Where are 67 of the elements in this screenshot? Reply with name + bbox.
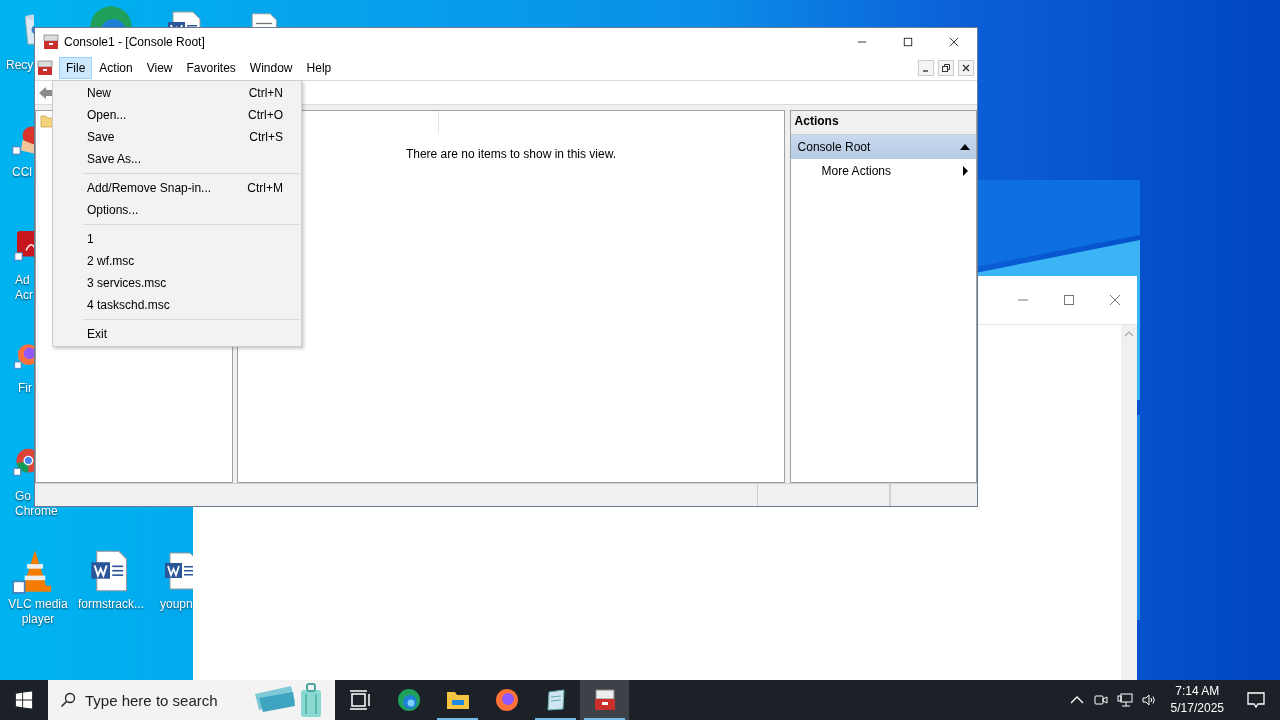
collapse-arrow-icon[interactable]: [960, 142, 970, 152]
search-placeholder: Type here to search: [85, 691, 218, 709]
desktop-icon-label: Ad Acr: [15, 273, 33, 303]
clock[interactable]: 7:14 AM 5/17/2025: [1160, 683, 1234, 717]
desktop-icon-label: Recy: [6, 58, 34, 73]
close-icon[interactable]: [958, 60, 974, 76]
toolbox-icon[interactable]: [37, 60, 53, 76]
menu-item[interactable]: 4 taskschd.msc: [53, 294, 301, 316]
menu-item[interactable]: Options...: [53, 199, 301, 221]
menu-item-label: Open...: [87, 108, 127, 122]
menu-item[interactable]: File: [59, 57, 93, 79]
edge-browser-icon: [396, 688, 421, 712]
task-view-icon: [347, 688, 372, 712]
action-group-label: Console Root: [797, 140, 871, 154]
menu-item-label: Save As...: [87, 152, 142, 166]
menu-item[interactable]: Action: [92, 57, 140, 79]
shortcut-text: Ctrl+N: [248, 86, 283, 100]
menu-item-label: Add/Remove Snap-in...: [87, 181, 212, 195]
submenu-arrow-icon: [960, 166, 970, 176]
time-text: 7:14 AM: [1175, 683, 1220, 700]
menu-item-label: 4 taskschd.msc: [87, 298, 170, 312]
minimize-icon[interactable]: [918, 60, 934, 76]
actions-header: Actions: [790, 111, 976, 135]
desktop-icon-label: CCl: [12, 165, 32, 180]
menu-item[interactable]: Favorites: [179, 57, 243, 79]
menu-item[interactable]: Help: [299, 57, 339, 79]
menu-item[interactable]: Exit: [53, 323, 301, 345]
shortcut-text: Ctrl+O: [248, 108, 283, 122]
shortcut-text: Ctrl+S: [249, 130, 283, 144]
menu-item-label: 3 services.msc: [87, 276, 167, 290]
maximize-icon[interactable]: [1063, 294, 1075, 306]
desktop-icon-label: VLC media player: [7, 597, 69, 627]
menu-item-label: Options...: [87, 203, 139, 217]
search-icon: [60, 692, 76, 708]
action-label: More Actions: [821, 164, 891, 178]
action-item[interactable]: More Actions: [790, 159, 976, 183]
desktop-icon-label: Go Chrome: [15, 489, 58, 519]
menu-item[interactable]: 2 wf.msc: [53, 250, 301, 272]
menu-item[interactable]: 3 services.msc: [53, 272, 301, 294]
window-title: Console1 - [Console Root]: [64, 35, 205, 49]
menu-item[interactable]: View: [139, 57, 180, 79]
menu-item[interactable]: Add/Remove Snap-in... Ctrl+M: [53, 177, 301, 199]
empty-message: There are no items to show in this view.: [404, 147, 618, 161]
menu-item-label: Save: [87, 130, 115, 144]
menu-item[interactable]: Save Ctrl+S: [53, 126, 301, 148]
desktop-icon-label: youpn: [160, 597, 193, 612]
action-group[interactable]: Console Root: [790, 135, 976, 159]
menu-item-label: Exit: [87, 327, 107, 341]
restore-icon[interactable]: [938, 60, 954, 76]
scrollbar[interactable]: [1121, 325, 1137, 680]
taskbar-button[interactable]: [580, 680, 629, 720]
date-text: 5/17/2025: [1170, 700, 1224, 717]
menu-item-label: 2 wf.msc: [87, 254, 135, 268]
desktop-icon-label: formstrack...: [77, 597, 145, 612]
menu-item[interactable]: Save As...: [53, 148, 301, 170]
shortcut-text: Ctrl+M: [247, 181, 283, 195]
menu-item[interactable]: Open... Ctrl+O: [53, 104, 301, 126]
desktop-icon-label: Fir: [18, 381, 32, 396]
toolbox-icon: [43, 34, 59, 50]
toolbox-icon: [592, 688, 617, 712]
menu-item[interactable]: Window: [242, 57, 300, 79]
back-arrow-icon[interactable]: [38, 84, 54, 101]
menu-item[interactable]: 1: [53, 228, 301, 250]
menu-item-label: New: [87, 86, 111, 100]
search-field[interactable]: Type here to search: [48, 680, 335, 720]
menu-item-label: 1: [87, 232, 94, 246]
firefox-icon: [494, 688, 519, 712]
